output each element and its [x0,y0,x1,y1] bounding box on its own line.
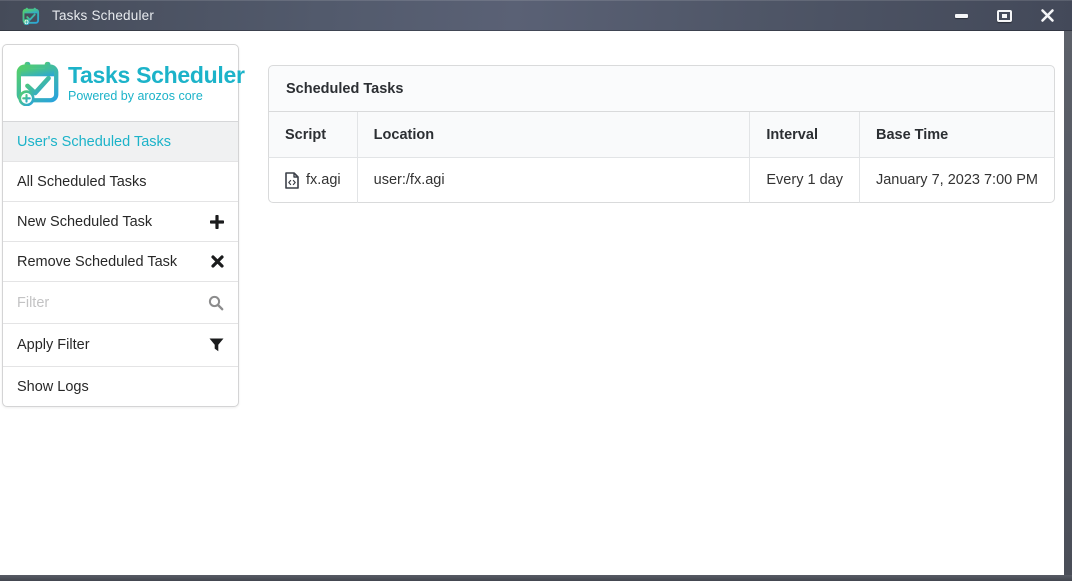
filter-input[interactable] [17,295,208,311]
logo-subtitle: Powered by arozos core [68,90,245,103]
app-window: Tasks Scheduler [0,0,1072,581]
calendar-check-plus-icon [15,60,61,106]
column-header-base-time: Base Time [860,112,1055,158]
window-frame-right-edge [1064,31,1072,575]
sidebar-item-remove-scheduled-task[interactable]: Remove Scheduled Task [3,241,238,281]
panel-title: Scheduled Tasks [268,65,1055,112]
table-row[interactable]: fx.agi user:/fx.agi Every 1 day January … [268,158,1055,203]
window-title: Tasks Scheduler [52,8,154,23]
column-header-interval: Interval [750,112,860,158]
sidebar-item-label: User's Scheduled Tasks [17,134,171,150]
search-icon [208,295,224,311]
app-logo: Tasks Scheduler Powered by arozos core [3,45,238,121]
titlebar: Tasks Scheduler [0,0,1072,31]
funnel-icon [209,338,224,352]
logo-title: Tasks Scheduler [68,64,245,87]
sidebar-item-new-scheduled-task[interactable]: New Scheduled Task [3,201,238,241]
script-name: fx.agi [306,172,341,188]
sidebar-item-all-scheduled-tasks[interactable]: All Scheduled Tasks [3,161,238,201]
close-icon [1040,8,1055,23]
maximize-button[interactable] [989,4,1019,28]
plus-icon [210,215,224,229]
column-header-script: Script [268,112,358,158]
app-calendar-icon [22,7,40,25]
file-code-icon [285,172,299,189]
sidebar-item-apply-filter[interactable]: Apply Filter [3,323,238,366]
sidebar-item-label: Remove Scheduled Task [17,254,177,270]
scheduled-tasks-table: Script Location Interval Base Time [268,112,1055,203]
base-time-cell: January 7, 2023 7:00 PM [860,158,1055,203]
script-cell: fx.agi [268,158,358,203]
table-header-row: Script Location Interval Base Time [268,112,1055,158]
scheduled-tasks-panel: Scheduled Tasks Script Location Interval… [268,65,1055,203]
window-frame-bottom-edge [0,575,1072,581]
sidebar-item-label: Show Logs [17,379,89,395]
sidebar-item-label: New Scheduled Task [17,214,152,230]
window-controls [946,4,1062,28]
minimize-button[interactable] [946,4,976,28]
cross-icon [211,255,224,268]
maximize-icon [997,10,1012,22]
close-button[interactable] [1032,4,1062,28]
column-header-location: Location [358,112,751,158]
sidebar-item-users-scheduled-tasks[interactable]: User's Scheduled Tasks [3,121,238,161]
sidebar-menu: Tasks Scheduler Powered by arozos core U… [2,44,239,407]
sidebar-item-label: All Scheduled Tasks [17,174,147,190]
minimize-icon [955,14,968,18]
filter-field-row [3,281,238,323]
location-cell: user:/fx.agi [358,158,751,203]
sidebar-item-label: Apply Filter [17,337,90,353]
logo-text: Tasks Scheduler Powered by arozos core [68,64,245,103]
interval-cell: Every 1 day [750,158,860,203]
sidebar-item-show-logs[interactable]: Show Logs [3,366,238,406]
content-area: Tasks Scheduler Powered by arozos core U… [0,31,1064,575]
